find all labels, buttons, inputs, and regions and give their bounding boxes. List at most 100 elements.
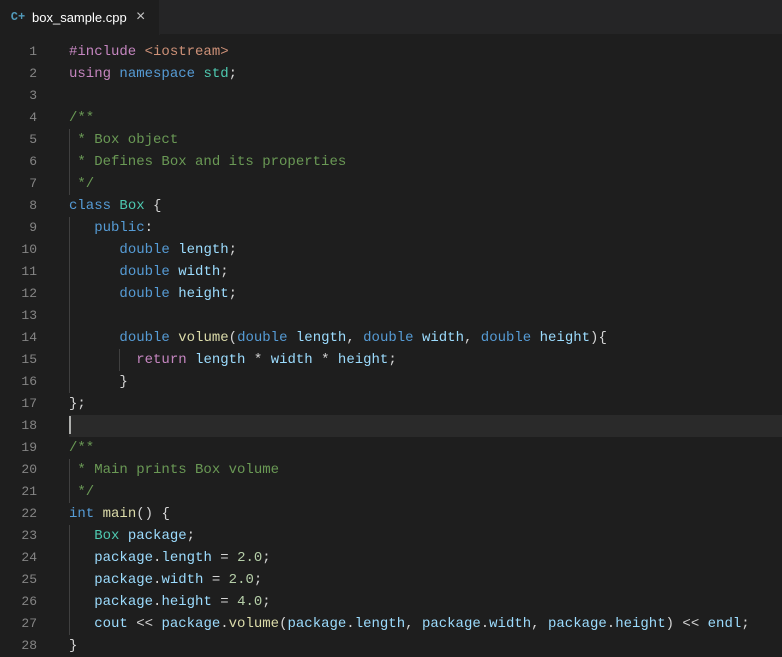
token: package [161,616,220,632]
token [69,352,136,368]
token: volume [229,616,279,632]
code-line[interactable]: /** [69,437,782,459]
line-number: 12 [0,283,55,305]
code-area[interactable]: #include <iostream>using namespace std; … [55,35,782,654]
token: main [103,506,137,522]
token: cout [94,616,128,632]
line-number: 18 [0,415,55,437]
code-line[interactable] [69,415,782,437]
indent-guide [119,349,120,371]
line-number: 24 [0,547,55,569]
line-number: 22 [0,503,55,525]
code-line[interactable]: package.height = 4.0; [69,591,782,613]
token: * [245,352,270,368]
code-line[interactable]: double width; [69,261,782,283]
code-line[interactable]: #include <iostream> [69,41,782,63]
token: length [178,242,228,258]
token: double [237,330,287,346]
code-line[interactable]: cout << package.volume(package.length, p… [69,613,782,635]
token: ; [187,528,195,544]
code-line[interactable]: int main() { [69,503,782,525]
token: double [119,242,169,258]
token: * [313,352,338,368]
token: namespace [119,66,195,82]
tab-active[interactable]: C+ box_sample.cpp × [0,0,160,35]
token: height [540,330,590,346]
code-line[interactable]: * Main prints Box volume [69,459,782,481]
code-line[interactable]: Box package; [69,525,782,547]
token: 2.0 [237,550,262,566]
line-number: 25 [0,569,55,591]
code-line[interactable]: package.width = 2.0; [69,569,782,591]
token: ; [229,286,237,302]
token: ( [229,330,237,346]
token: , [346,330,363,346]
indent-guide [69,613,70,635]
line-number: 8 [0,195,55,217]
code-line[interactable]: double length; [69,239,782,261]
token: . [220,616,228,632]
token: * Main prints Box volume [69,462,279,478]
code-line[interactable]: using namespace std; [69,63,782,85]
code-line[interactable] [69,305,782,327]
code-line[interactable]: return length * width * height; [69,349,782,371]
code-line[interactable]: double volume(double length, double widt… [69,327,782,349]
line-number: 19 [0,437,55,459]
tab-title: box_sample.cpp [32,10,127,25]
line-number: 13 [0,305,55,327]
token: */ [69,176,94,192]
token: ; [254,572,262,588]
token: ) << [666,616,708,632]
code-line[interactable]: * Defines Box and its properties [69,151,782,173]
editor: 1234567891011121314151617181920212223242… [0,35,782,654]
line-number-gutter: 1234567891011121314151617181920212223242… [0,35,55,654]
code-line[interactable]: public: [69,217,782,239]
token: length [161,550,211,566]
token: ; [229,242,237,258]
text-cursor [69,416,71,434]
token: : [145,220,153,236]
code-line[interactable]: package.length = 2.0; [69,547,782,569]
indent-guide [69,151,70,173]
token [69,616,94,632]
token: public [94,220,144,236]
line-number: 16 [0,371,55,393]
code-line[interactable]: /** [69,107,782,129]
indent-guide [69,459,70,481]
code-line[interactable]: class Box { [69,195,782,217]
token: double [363,330,413,346]
token [69,286,119,302]
close-icon[interactable]: × [133,9,149,25]
indent-guide [69,129,70,151]
token: * Defines Box and its properties [69,154,346,170]
token: package [128,528,187,544]
token [69,242,119,258]
token [414,330,422,346]
cpp-file-icon: C+ [10,9,26,25]
code-line[interactable]: * Box object [69,129,782,151]
indent-guide [69,371,70,393]
token: height [615,616,665,632]
indent-guide [69,569,70,591]
indent-guide [69,481,70,503]
indent-guide [69,305,70,327]
token: height [178,286,228,302]
code-line[interactable] [69,85,782,107]
token: package [287,616,346,632]
token [187,352,195,368]
code-line[interactable]: */ [69,173,782,195]
token: . [346,616,354,632]
code-line[interactable]: double height; [69,283,782,305]
token: double [119,286,169,302]
token: . [607,616,615,632]
code-line[interactable]: }; [69,393,782,415]
line-number: 27 [0,613,55,635]
token [119,528,127,544]
token: width [489,616,531,632]
code-line[interactable]: } [69,371,782,393]
indent-guide [69,283,70,305]
token: endl [708,616,742,632]
token: height [338,352,388,368]
token [69,572,94,588]
code-line[interactable]: */ [69,481,782,503]
